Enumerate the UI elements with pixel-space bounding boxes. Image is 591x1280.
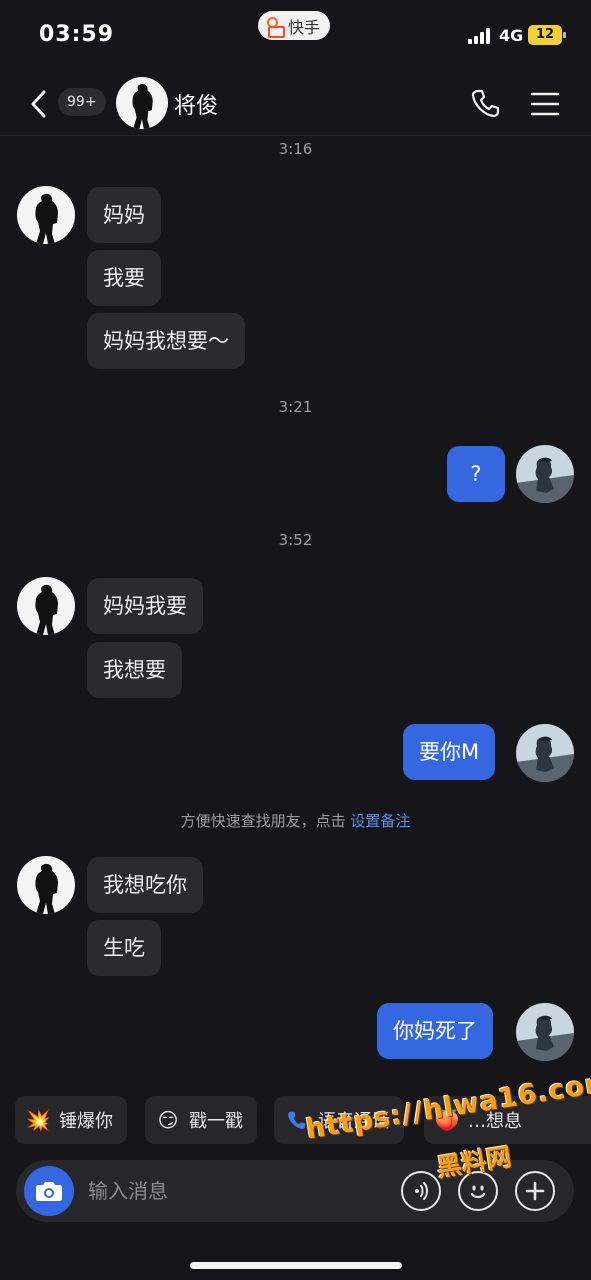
contact-message-avatar[interactable]: [17, 186, 75, 244]
active-app-badge[interactable]: 快手: [258, 11, 331, 40]
timestamp: 3:52: [278, 531, 313, 549]
back-button[interactable]: [24, 88, 52, 120]
incoming-message-bubble[interactable]: 生吃: [87, 920, 161, 976]
my-avatar[interactable]: [516, 1003, 574, 1061]
poke-emoji-icon: 😏: [157, 1108, 179, 1132]
more-menu-button[interactable]: [528, 90, 562, 118]
quick-action-hammer[interactable]: 💥 锤爆你: [15, 1096, 127, 1144]
hammer-emoji-icon: 💥: [25, 1108, 51, 1132]
quick-action-voice-call[interactable]: 语音通话: [274, 1096, 404, 1144]
network-type: 4G: [499, 26, 524, 45]
message-list[interactable]: 3:16 妈妈 我要 妈妈我想要～ 3:21 ? 3:52 妈妈我要 我想要 要…: [0, 136, 591, 1086]
voice-input-button[interactable]: [401, 1171, 441, 1211]
quick-action-more[interactable]: 🍑 …想息: [424, 1096, 591, 1144]
contact-message-avatar[interactable]: [17, 856, 75, 914]
voice-call-button[interactable]: [470, 87, 502, 119]
hamburger-menu-icon: [530, 92, 560, 116]
timestamp: 3:21: [278, 398, 313, 416]
quick-action-label: 语音通话: [318, 1111, 390, 1132]
camera-button[interactable]: [24, 1166, 74, 1216]
voice-wave-icon: [415, 1182, 428, 1200]
incoming-message-bubble[interactable]: 妈妈: [87, 187, 161, 243]
home-indicator[interactable]: [190, 1262, 402, 1269]
status-bar: 03:59 快手 4G 12: [0, 0, 591, 70]
phone-icon: [284, 1107, 310, 1133]
incoming-message-bubble[interactable]: 妈妈我想要～: [87, 313, 245, 369]
contact-name: 将俊: [174, 94, 219, 119]
app-badge-label: 快手: [288, 17, 321, 37]
status-time: 03:59: [39, 22, 115, 47]
quick-action-label: …想息: [468, 1111, 522, 1132]
message-input[interactable]: [88, 1160, 388, 1222]
camera-icon: [36, 1182, 62, 1201]
my-avatar[interactable]: [516, 445, 574, 503]
contact-avatar[interactable]: [116, 77, 168, 129]
remark-hint-text: 方便快速查找朋友，点击: [180, 812, 351, 830]
cellular-signal-icon: [468, 28, 492, 44]
kuaishou-logo-icon: [266, 16, 285, 38]
quick-action-label: 戳一戳: [189, 1111, 243, 1132]
incoming-message-bubble[interactable]: 我想要: [87, 642, 182, 698]
quick-action-poke[interactable]: 😏 戳一戳: [145, 1096, 257, 1144]
phone-icon: [471, 89, 500, 118]
smiley-icon: [470, 1185, 486, 1199]
contact-message-avatar[interactable]: [17, 577, 75, 635]
plus-icon: [525, 1181, 545, 1201]
timestamp: 3:16: [278, 140, 313, 158]
chevron-left-icon: [31, 90, 46, 118]
emoji-button[interactable]: [458, 1171, 498, 1211]
message-composer: [16, 1160, 574, 1222]
incoming-message-bubble[interactable]: 妈妈我要: [87, 578, 203, 634]
outgoing-message-bubble[interactable]: ?: [447, 446, 505, 502]
battery-icon: 12: [528, 25, 566, 45]
peach-emoji-icon: 🍑: [434, 1108, 460, 1132]
my-avatar[interactable]: [516, 724, 574, 782]
incoming-message-bubble[interactable]: 我想吃你: [87, 857, 203, 913]
outgoing-message-bubble[interactable]: 要你M: [403, 724, 496, 780]
outgoing-message-bubble[interactable]: 你妈死了: [377, 1003, 493, 1059]
incoming-message-bubble[interactable]: 我要: [87, 250, 161, 306]
chat-header: 99+ 将俊: [0, 70, 591, 136]
quick-action-label: 锤爆你: [59, 1111, 113, 1132]
add-attachment-button[interactable]: [515, 1171, 555, 1211]
quick-action-bar: 💥 锤爆你 😏 戳一戳 语音通话 🍑 …想息: [0, 1096, 591, 1144]
unread-count-badge[interactable]: 99+: [58, 88, 106, 116]
set-remark-link[interactable]: 设置备注: [350, 812, 410, 830]
remark-hint: 方便快速查找朋友，点击 设置备注: [0, 810, 591, 831]
